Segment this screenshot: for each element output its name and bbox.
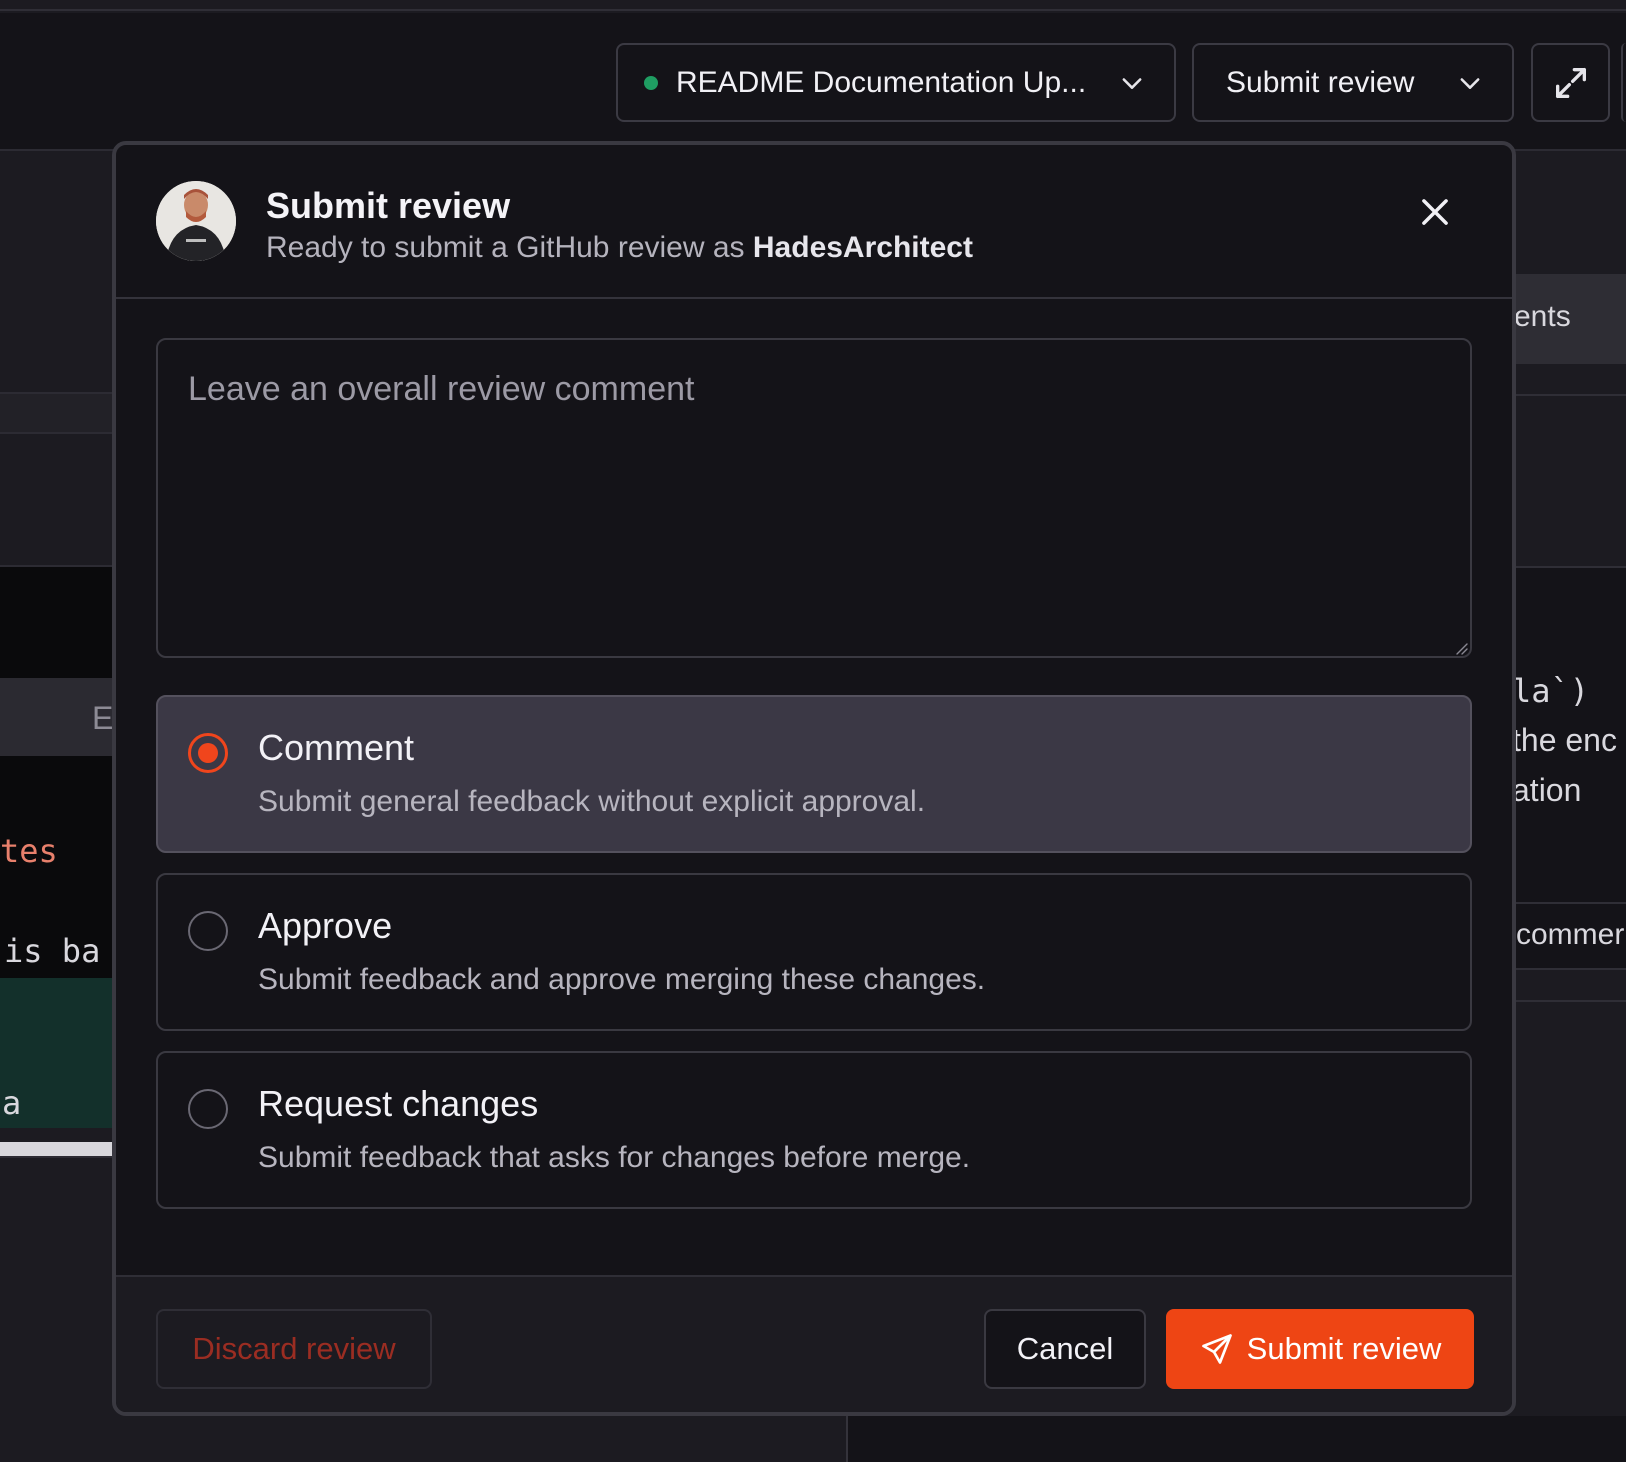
modal-subtitle: Ready to submit a GitHub review as Hades… — [266, 231, 973, 265]
radio-approve[interactable] — [188, 911, 228, 951]
bg-right-fragment-theenc: the enc — [1512, 722, 1617, 758]
bg-left-lower-panel — [0, 1156, 114, 1462]
toolbar-edge-button[interactable] — [1621, 43, 1626, 122]
discard-review-button[interactable]: Discard review — [156, 1309, 432, 1389]
bg-right-fragment-ents: ents — [1514, 300, 1571, 333]
option-description: Submit feedback and approve merging thes… — [258, 963, 986, 996]
radio-request-changes[interactable] — [188, 1089, 228, 1129]
branch-label: README Documentation Up... — [676, 65, 1087, 99]
submit-review-label: Submit review — [1246, 1331, 1442, 1366]
bg-left-fragment-tes: tes — [0, 832, 58, 870]
branch-selector-button[interactable]: README Documentation Up... — [616, 43, 1176, 122]
bg-right-fragment-ation: ation — [1512, 772, 1582, 808]
expand-button[interactable] — [1531, 43, 1610, 122]
bg-left-fragment-isba: is ba — [4, 932, 101, 970]
option-description: Submit feedback that asks for changes be… — [258, 1141, 971, 1174]
submit-review-dropdown-label: Submit review — [1226, 65, 1415, 99]
window-top-edge — [0, 0, 1626, 11]
bg-left-fragment-e: E — [92, 700, 114, 736]
bg-right-line-1 — [1516, 394, 1626, 396]
modal-subtitle-prefix: Ready to submit a GitHub review as — [266, 231, 745, 264]
modal-footer: Discard review Cancel Submit review — [116, 1275, 1512, 1412]
option-label: Request changes — [258, 1083, 539, 1124]
avatar — [156, 181, 236, 261]
bg-bottom-right-panel — [848, 1416, 1626, 1462]
chevron-down-icon — [1460, 78, 1480, 89]
status-dot-icon — [644, 75, 658, 90]
cancel-button[interactable]: Cancel — [984, 1309, 1146, 1389]
close-button[interactable] — [1416, 193, 1454, 231]
expand-icon — [1555, 67, 1586, 98]
review-option-approve[interactable]: Approve Submit feedback and approve merg… — [156, 873, 1472, 1031]
bg-left-fragment-a: a — [2, 1084, 22, 1122]
review-comment-input[interactable] — [156, 338, 1472, 658]
avatar-image — [156, 181, 236, 261]
option-label: Approve — [258, 905, 393, 946]
submit-review-modal: Submit review Ready to submit a GitHub r… — [112, 141, 1516, 1416]
bg-left-scrollbar — [0, 1142, 114, 1156]
bg-left-strip-1 — [0, 392, 114, 434]
submit-review-button[interactable]: Submit review — [1166, 1309, 1474, 1389]
modal-header: Submit review Ready to submit a GitHub r… — [116, 145, 1512, 299]
close-icon — [1422, 199, 1448, 225]
bg-left-code-panel — [0, 565, 114, 680]
modal-username: HadesArchitect — [752, 231, 973, 264]
bg-right-line-2 — [1516, 1000, 1626, 1002]
send-icon — [1201, 1334, 1232, 1364]
bg-right-fragment-commer: commer — [1516, 918, 1625, 951]
review-option-comment[interactable]: Comment Submit general feedback without … — [156, 695, 1472, 853]
modal-title: Submit review — [266, 185, 511, 226]
radio-comment[interactable] — [188, 733, 228, 773]
chevron-down-icon — [1122, 78, 1142, 89]
submit-review-dropdown-button[interactable]: Submit review — [1192, 43, 1514, 122]
bg-right-fragment-la: la`) — [1512, 672, 1590, 710]
review-option-request-changes[interactable]: Request changes Submit feedback that ask… — [156, 1051, 1472, 1209]
option-description: Submit general feedback without explicit… — [258, 785, 926, 818]
option-label: Comment — [258, 727, 415, 768]
